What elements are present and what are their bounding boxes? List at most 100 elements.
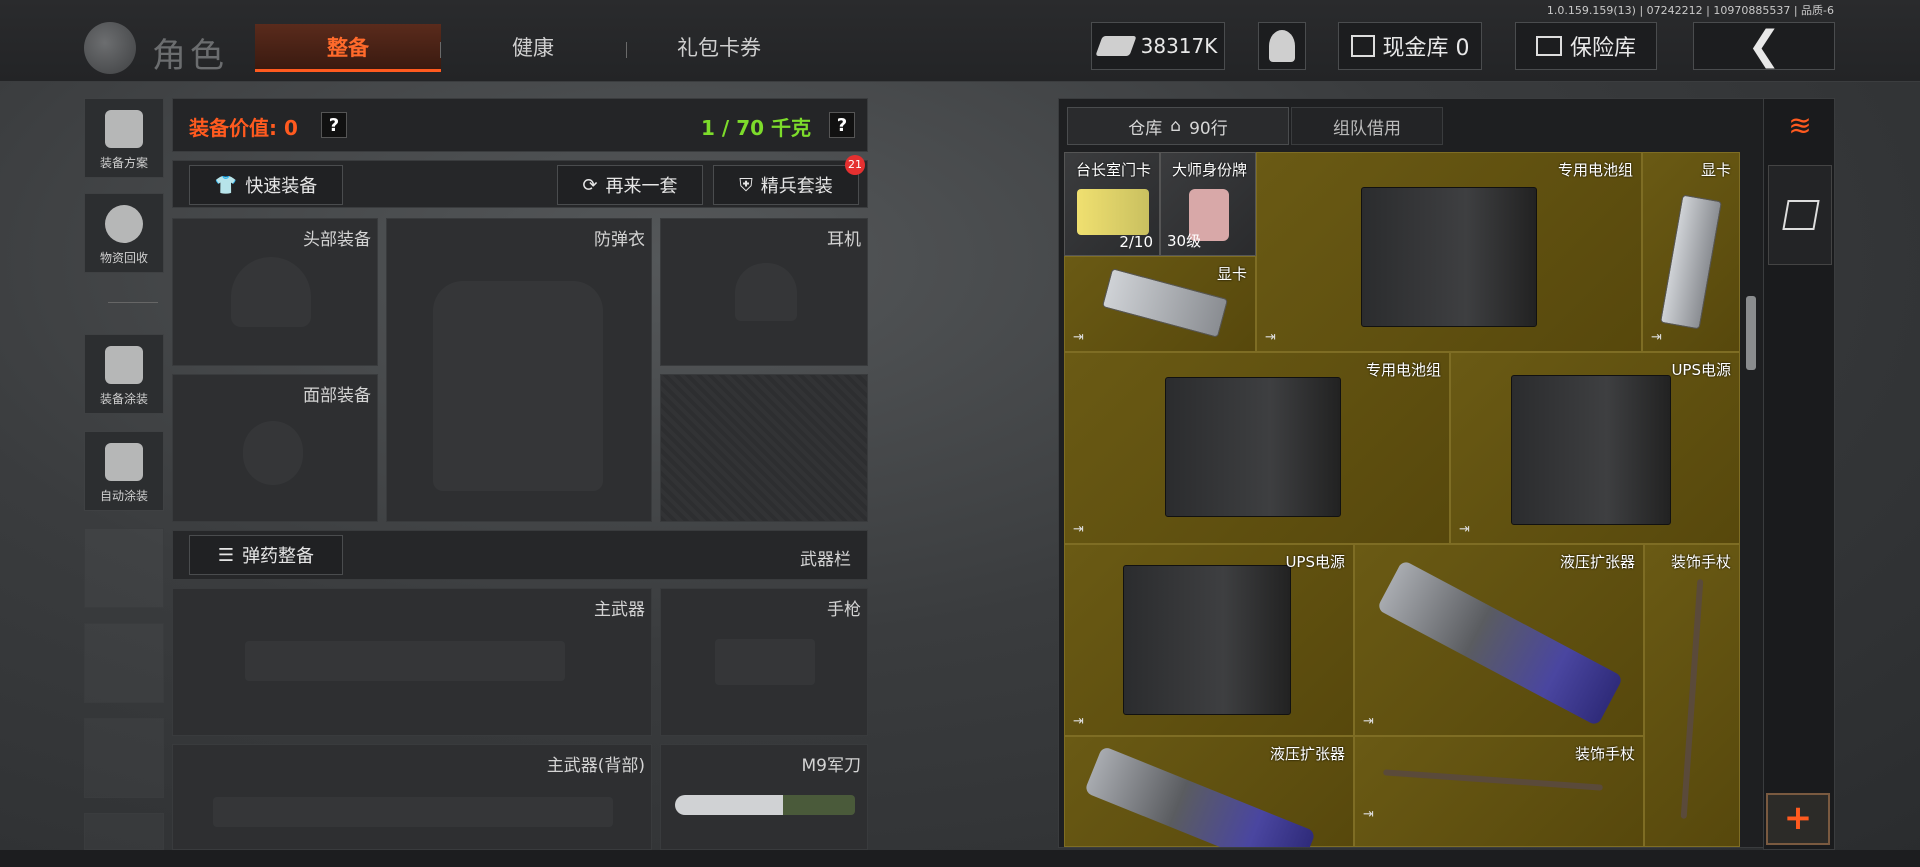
exit-icon: ⇥ bbox=[1651, 330, 1662, 345]
weight-help-button[interactable]: ? bbox=[829, 112, 855, 138]
mask-icon bbox=[243, 421, 303, 485]
item-ups[interactable]: UPS电源 ⇥ bbox=[1450, 352, 1740, 544]
battery-icon bbox=[1165, 377, 1341, 517]
rifle-icon bbox=[245, 641, 565, 681]
item-battery-pack[interactable]: 专用电池组 ⇥ bbox=[1256, 152, 1642, 352]
sidebar-empty-slot bbox=[84, 718, 164, 798]
cash-stack-icon bbox=[1094, 36, 1137, 56]
item-label: 显卡 bbox=[1700, 161, 1731, 179]
slot-label: 头部装备 bbox=[303, 230, 371, 250]
primary-back-slot[interactable]: 主武器(背部) bbox=[172, 744, 652, 850]
safe-button[interactable]: 保险库 bbox=[1515, 22, 1657, 70]
item-label: 显卡 bbox=[1216, 265, 1247, 283]
tab-equip[interactable]: 整备 bbox=[255, 24, 441, 72]
item-label: 专用电池组 bbox=[1365, 361, 1441, 379]
item-label: 装饰手杖 bbox=[1670, 553, 1731, 571]
helmet-grid-icon bbox=[105, 110, 143, 148]
layers-refresh-icon[interactable]: ≋ bbox=[1782, 111, 1818, 141]
exit-icon: ⇥ bbox=[1073, 330, 1084, 345]
slot-label: 主武器 bbox=[594, 600, 645, 620]
vest-icon bbox=[433, 281, 603, 491]
exit-icon: ⇥ bbox=[1265, 330, 1276, 345]
sidebar-item-recycle[interactable]: 物资回收 bbox=[84, 193, 164, 273]
again-label: 再来一套 bbox=[605, 176, 678, 197]
operator-button[interactable] bbox=[1258, 22, 1306, 70]
exit-icon: ⇥ bbox=[1363, 714, 1374, 729]
quick-actions-bar: 👕 快速装备 ⟳ 再来一套 ⛨ 精兵套装 21 bbox=[172, 155, 868, 208]
equip-value-bar: 装备价值: 0 ? 1 / 70 千克 ? bbox=[172, 98, 868, 152]
battery-icon bbox=[1361, 187, 1537, 327]
headset-icon bbox=[735, 263, 797, 321]
cane-icon bbox=[1383, 769, 1603, 791]
version-text: 1.0.159.159(13) | 07242212 | 10970885537… bbox=[1546, 4, 1834, 17]
headset-slot[interactable]: 耳机 bbox=[660, 218, 868, 366]
sidebar-empty-slot bbox=[84, 813, 164, 850]
item-label: 大师身份牌 bbox=[1171, 161, 1247, 179]
armor-slot[interactable]: 防弹衣 bbox=[386, 218, 652, 522]
rifle-back-icon bbox=[213, 797, 613, 827]
item-cane[interactable]: 装饰手杖 bbox=[1644, 544, 1740, 847]
safe-label: 保险库 bbox=[1569, 36, 1636, 61]
item-door-card[interactable]: 台长室门卡 2/10 bbox=[1064, 152, 1160, 256]
sidebar-label: 装备涂装 bbox=[99, 392, 148, 406]
elite-badge: 21 bbox=[845, 155, 865, 175]
item-ups[interactable]: UPS电源 ⇥ bbox=[1064, 544, 1354, 736]
tab-health[interactable]: 健康 bbox=[440, 24, 626, 72]
elite-set-button[interactable]: ⛨ 精兵套装 bbox=[713, 165, 859, 205]
item-battery-pack[interactable]: 专用电池组 ⇥ bbox=[1064, 352, 1450, 544]
sidebar-item-auto-skin[interactable]: 自动涂装 bbox=[84, 431, 164, 511]
primary-weapon-slot[interactable]: 主武器 bbox=[172, 588, 652, 736]
warehouse-tab-label: 仓库 bbox=[1128, 118, 1163, 139]
role-logo-icon bbox=[84, 22, 136, 74]
item-gpu[interactable]: 显卡 ⇥ bbox=[1642, 152, 1740, 352]
tab-warehouse[interactable]: 仓库 ⌂ 90行 bbox=[1067, 107, 1289, 145]
money-value: 38317K bbox=[1140, 34, 1218, 58]
tab-team-borrow[interactable]: 组队借用 bbox=[1291, 107, 1443, 145]
shield-icon: ⛨ bbox=[739, 174, 753, 196]
add-button[interactable]: + bbox=[1766, 793, 1830, 845]
ammo-label: 弹药整备 bbox=[242, 546, 315, 567]
layer-sort-button[interactable] bbox=[1768, 165, 1832, 265]
exit-icon: ⇥ bbox=[1073, 522, 1084, 537]
warehouse-scrollbar[interactable] bbox=[1746, 296, 1756, 370]
item-hydraulic-spreader[interactable]: 液压扩张器 ⇥ bbox=[1354, 544, 1644, 736]
warehouse-rows: 90行 bbox=[1189, 118, 1228, 139]
item-hydraulic-spreader[interactable]: 液压扩张器 bbox=[1064, 736, 1354, 847]
value-help-button[interactable]: ? bbox=[321, 112, 347, 138]
item-gpu[interactable]: 显卡 ⇥ bbox=[1064, 256, 1256, 352]
chevron-left-icon: ❮ bbox=[1747, 23, 1781, 69]
right-toolbar: ≋ bbox=[1763, 98, 1835, 850]
item-label: 专用电池组 bbox=[1557, 161, 1633, 179]
face-slot[interactable]: 面部装备 bbox=[172, 374, 378, 522]
ammo-button[interactable]: ☰ 弹药整备 bbox=[189, 535, 343, 575]
shirt-icon: 👕 bbox=[214, 174, 238, 196]
gpu-icon bbox=[1101, 268, 1229, 338]
pistol-slot[interactable]: 手枪 bbox=[660, 588, 868, 736]
again-button[interactable]: ⟳ 再来一套 bbox=[557, 165, 703, 205]
sidebar-item-skin[interactable]: 装备涂装 bbox=[84, 334, 164, 414]
helmet-icon bbox=[231, 257, 311, 327]
bottom-strip bbox=[0, 850, 1920, 867]
ups-icon bbox=[1511, 375, 1671, 525]
item-master-tag[interactable]: 大师身份牌 30级 bbox=[1160, 152, 1256, 256]
spreader-icon bbox=[1376, 559, 1624, 727]
item-label: 液压扩张器 bbox=[1269, 745, 1345, 763]
knife-slot[interactable]: M9军刀 bbox=[660, 744, 868, 850]
item-label: UPS电源 bbox=[1671, 361, 1731, 379]
cash-vault-label: 现金库 0 bbox=[1382, 36, 1470, 61]
item-cane[interactable]: 装饰手杖 ⇥ bbox=[1354, 736, 1644, 847]
tab-gift-cards[interactable]: 礼包卡券 bbox=[626, 24, 812, 72]
sidebar-label: 物资回收 bbox=[99, 251, 148, 265]
sidebar-empty-slot bbox=[84, 528, 164, 608]
exit-icon: ⇥ bbox=[1459, 522, 1470, 537]
top-bar: 1.0.159.159(13) | 07242212 | 10970885537… bbox=[0, 0, 1920, 82]
head-slot[interactable]: 头部装备 bbox=[172, 218, 378, 366]
item-label: UPS电源 bbox=[1285, 553, 1345, 571]
quick-equip-button[interactable]: 👕 快速装备 bbox=[189, 165, 343, 205]
safe-icon bbox=[1535, 36, 1562, 56]
money-display[interactable]: 38317K bbox=[1091, 22, 1225, 70]
sidebar-item-loadout[interactable]: 装备方案 bbox=[84, 98, 164, 178]
slot-label: M9军刀 bbox=[801, 756, 861, 776]
back-button[interactable]: ❮ bbox=[1693, 22, 1835, 70]
cash-vault-button[interactable]: 现金库 0 bbox=[1338, 22, 1482, 70]
